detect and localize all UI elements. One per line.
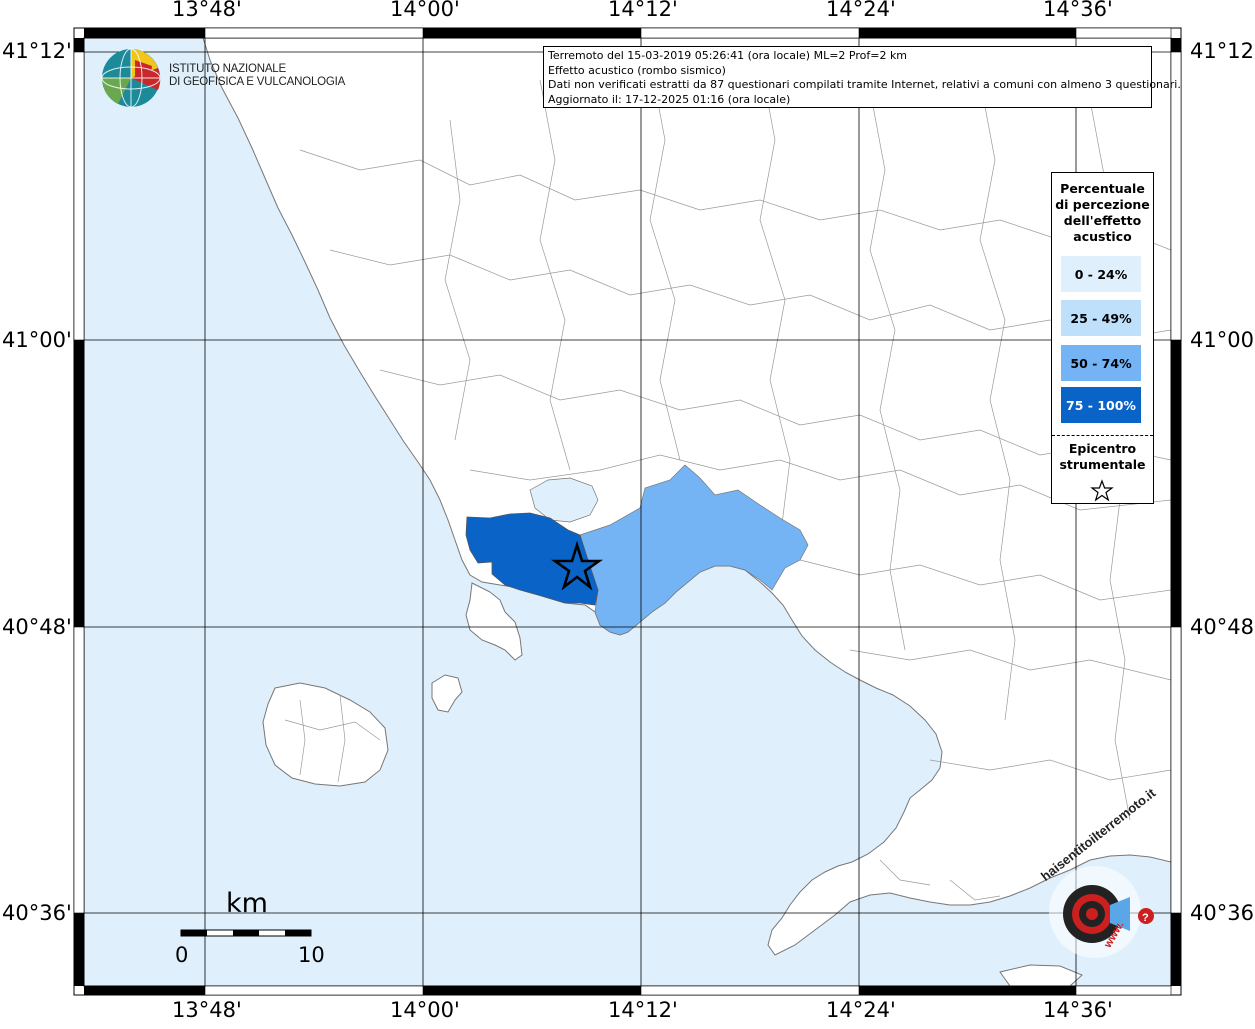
scale-bar xyxy=(180,929,312,937)
top-lon-label-2: 14°00' xyxy=(390,0,460,21)
scale-min-label: 0 xyxy=(175,943,189,967)
svg-text:?: ? xyxy=(1142,912,1149,924)
legend-item-50-74: 50 - 74% xyxy=(1061,345,1141,381)
legend-star-icon xyxy=(1090,479,1114,502)
top-lon-label-3: 14°12' xyxy=(608,0,678,21)
scale-unit-label: km xyxy=(226,888,268,919)
legend-title-line-2: di percezione xyxy=(1055,197,1150,212)
info-line-effect: Effetto acustico (rombo sismico) xyxy=(548,63,726,77)
legend-item-0-24: 0 - 24% xyxy=(1061,256,1141,292)
bottom-lon-label-3: 14°12' xyxy=(608,998,678,1022)
left-lat-label-4: 40°36' xyxy=(2,901,72,925)
right-lat-label-3: 40°48' xyxy=(1190,615,1255,639)
right-lat-label-4: 40°36' xyxy=(1190,901,1255,925)
right-lat-label-2: 41°00' xyxy=(1190,328,1255,352)
ingv-logo-line-1: ISTITUTO NAZIONALE xyxy=(169,63,286,75)
legend-epicenter-line-1: Epicentro xyxy=(1068,441,1137,456)
right-lat-label-1: 41°12' xyxy=(1190,39,1255,63)
ingv-logo-line-2: DI GEOFISICA E VULCANOLOGIA xyxy=(169,76,346,88)
legend-item-75-100: 75 - 100% xyxy=(1061,387,1141,423)
info-line-data-note: Dati non verificati estratti da 87 quest… xyxy=(548,78,1181,91)
legend-epicenter-line-2: strumentale xyxy=(1059,457,1146,472)
legend-title: Percentuale di percezione dell'effetto a… xyxy=(1052,181,1153,245)
legend-title-line-3: dell'effetto xyxy=(1063,213,1142,228)
left-lat-label-1: 41°12' xyxy=(2,39,72,63)
legend-epicenter-label: Epicentro strumentale xyxy=(1052,441,1153,473)
ingv-globe-icon xyxy=(101,48,161,108)
bottom-lon-label-5: 14°36' xyxy=(1043,998,1113,1022)
legend-title-line-4: acustico xyxy=(1073,229,1132,244)
info-line-updated: Aggiornato il: 17-12-2025 01:16 (ora loc… xyxy=(548,92,791,106)
legend-title-line-1: Percentuale xyxy=(1060,181,1145,196)
bottom-lon-label-2: 14°00' xyxy=(390,998,460,1022)
map-stage: ? 13°48' 14°00' 14°12' 14°24' 14°36' 13°… xyxy=(0,0,1255,1024)
legend-separator xyxy=(1052,435,1153,436)
bottom-lon-label-4: 14°24' xyxy=(826,998,896,1022)
legend-panel: Percentuale di percezione dell'effetto a… xyxy=(1051,172,1154,504)
scale-max-label: 10 xyxy=(298,943,325,967)
legend-item-25-49: 25 - 49% xyxy=(1061,300,1141,336)
bottom-lon-label-1: 13°48' xyxy=(172,998,242,1022)
info-line-event: Terremoto del 15-03-2019 05:26:41 (ora l… xyxy=(548,49,908,62)
top-lon-label-4: 14°24' xyxy=(826,0,896,21)
left-lat-label-3: 40°48' xyxy=(2,615,72,639)
left-lat-label-2: 41°00' xyxy=(2,328,72,352)
top-lon-label-1: 13°48' xyxy=(172,0,242,21)
earthquake-info-box: Terremoto del 15-03-2019 05:26:41 (ora l… xyxy=(543,46,1181,108)
map-canvas: ? xyxy=(73,27,1182,996)
top-lon-label-5: 14°36' xyxy=(1043,0,1113,21)
ingv-logo-text: ISTITUTO NAZIONALE DI GEOFISICA E VULCAN… xyxy=(169,63,345,89)
